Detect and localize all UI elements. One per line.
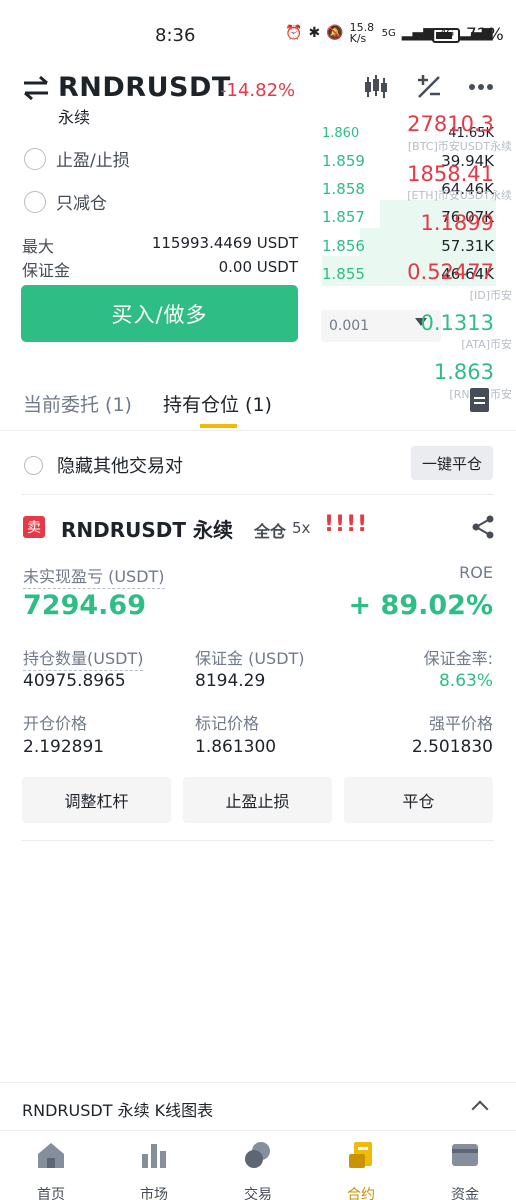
risk-warning: !!!! — [324, 512, 369, 537]
reduce-only-radio[interactable] — [24, 190, 46, 213]
futures-icon — [349, 1142, 372, 1168]
hide-other-pairs-label: 隐藏其他交易对 — [57, 456, 183, 477]
nav-label: 市场 — [140, 1187, 168, 1200]
adjust-leverage-button[interactable]: 调整杠杆 — [22, 777, 171, 823]
unrealized-pnl-label[interactable]: 未实现盈亏 (USDT) — [23, 563, 165, 589]
leverage-value: 5x — [292, 519, 311, 537]
nav-futures[interactable]: 合约 — [321, 1140, 401, 1200]
kline-bar-label: RNDRUSDT 永续 K线图表 — [22, 1101, 214, 1120]
watch-price-id[interactable]: 0.52477 — [407, 260, 494, 284]
contract-type: 永续 — [58, 108, 91, 127]
divider — [22, 840, 494, 841]
reduce-only-option[interactable]: 只减仓 — [24, 189, 107, 214]
wallet-icon — [452, 1144, 478, 1166]
candlestick-chart-icon[interactable] — [362, 74, 390, 100]
orderbook-volume: 57.31K — [441, 237, 494, 255]
divider — [0, 430, 516, 431]
nav-label: 交易 — [244, 1187, 272, 1200]
mark-price-label: 标记价格 — [195, 714, 260, 733]
max-value: 115993.4469 USDT — [151, 234, 298, 252]
entry-price-label: 开仓价格 — [23, 714, 88, 733]
net-speed: 15.8 K/s — [349, 21, 375, 45]
hide-other-pairs-radio[interactable] — [24, 455, 43, 475]
orderbook-price[interactable]: 1.855 — [322, 265, 365, 283]
tp-sl-option[interactable]: 止盈/止损 — [24, 146, 130, 171]
margin-ratio-label: 保证金率: — [423, 649, 493, 668]
reduce-only-label: 只减仓 — [56, 194, 107, 214]
buy-long-button[interactable]: 买入/做多 — [21, 285, 298, 342]
active-tab-indicator — [200, 424, 237, 428]
battery-icon — [432, 27, 460, 43]
status-bar: 8:36 ⏰ ✱ 🔕 15.8 K/s 5G ▂▄▆ 4G ▂▄▆ 72% — [0, 0, 516, 70]
symbol-title[interactable]: RNDRUSDT — [58, 72, 231, 103]
position-size-value: 40975.8965 — [23, 671, 126, 691]
status-time: 8:36 — [155, 25, 196, 46]
roe-value: + 89.02% — [348, 590, 493, 621]
tp-sl-radio[interactable] — [24, 147, 46, 170]
liquidation-price-value: 2.501830 — [411, 737, 493, 757]
bluetooth-icon: ✱ — [308, 25, 321, 41]
tab-open-orders[interactable]: 当前委托 (1) — [23, 390, 132, 417]
watch-price-rndr[interactable]: 1.863 — [434, 360, 494, 384]
nav-trade[interactable]: 交易 — [218, 1140, 298, 1200]
nav-label: 合约 — [347, 1187, 375, 1200]
margin-ratio-value: 8.63% — [438, 671, 493, 691]
nav-market[interactable]: 市场 — [114, 1140, 194, 1200]
max-label: 最大 — [22, 237, 55, 256]
nav-wallet[interactable]: 资金 — [425, 1140, 505, 1200]
orderbook-price[interactable]: 1.857 — [322, 208, 365, 226]
market-icon — [142, 1144, 166, 1168]
watch-price-btc[interactable]: 27810.3 — [407, 112, 494, 136]
watch-label-eth: [ETH]币安USDT永续 — [407, 189, 512, 202]
swap-icon[interactable] — [22, 76, 50, 100]
position-size-label[interactable]: 持仓数量(USDT) — [23, 645, 144, 671]
margin-value: 0.00 USDT — [218, 258, 298, 276]
orderbook-price[interactable]: 1.860 — [322, 126, 359, 141]
watch-price-ata[interactable]: 0.1313 — [421, 311, 494, 335]
trade-icon — [245, 1142, 270, 1168]
margin-mode: 全仓 — [254, 522, 287, 541]
nav-label: 首页 — [37, 1187, 65, 1200]
watch-price-eth[interactable]: 1858.41 — [407, 162, 494, 186]
position-margin-label: 保证金 (USDT) — [195, 649, 305, 668]
position-margin-value: 8194.29 — [195, 671, 266, 691]
signal-bars-icon: ▂▄▆ — [401, 25, 435, 41]
roe-label: ROE — [459, 563, 493, 582]
nav-home[interactable]: 首页 — [11, 1140, 91, 1200]
orderbook-price[interactable]: 1.859 — [322, 152, 365, 170]
share-icon[interactable] — [471, 515, 495, 539]
divider — [22, 494, 494, 495]
hide-other-pairs-option[interactable]: 隐藏其他交易对 — [24, 452, 183, 478]
watch-label-ata: [ATA]币安 — [461, 338, 512, 351]
mute-icon: 🔕 — [326, 25, 344, 41]
mark-price-value: 1.861300 — [195, 737, 277, 757]
battery-status: 72% — [432, 25, 504, 45]
unrealized-pnl-value: 7294.69 — [23, 590, 146, 621]
nav-label: 资金 — [451, 1187, 479, 1200]
watch-label-btc: [BTC]币安USDT永续 — [407, 140, 512, 153]
battery-percent: 72% — [466, 25, 504, 45]
order-history-icon[interactable] — [470, 388, 489, 412]
margin-label: 保证金 — [22, 261, 71, 280]
tp-sl-label: 止盈/止损 — [56, 151, 130, 171]
watch-label-id: [ID]币安 — [469, 289, 512, 302]
sell-side-badge: 卖 — [23, 516, 45, 538]
entry-price-value: 2.192891 — [23, 737, 105, 757]
liquidation-price-label: 强平价格 — [428, 714, 493, 733]
tab-positions[interactable]: 持有仓位 (1) — [163, 390, 272, 417]
alarm-icon: ⏰ — [285, 25, 303, 41]
orderbook-price[interactable]: 1.856 — [322, 237, 365, 255]
more-icon[interactable] — [467, 74, 495, 100]
watch-price-3[interactable]: 1.1899 — [421, 211, 494, 235]
home-icon — [38, 1143, 64, 1168]
plus-minus-icon[interactable] — [415, 74, 443, 100]
position-title[interactable]: RNDRUSDT 永续 — [61, 514, 233, 543]
close-all-button[interactable]: 一键平仓 — [411, 446, 493, 480]
close-position-button[interactable]: 平仓 — [344, 777, 493, 823]
price-change: -14.82% — [220, 80, 296, 101]
tp-sl-button[interactable]: 止盈止损 — [183, 777, 332, 823]
signal-5g: 5G — [381, 27, 396, 39]
orderbook-price[interactable]: 1.858 — [322, 180, 365, 198]
